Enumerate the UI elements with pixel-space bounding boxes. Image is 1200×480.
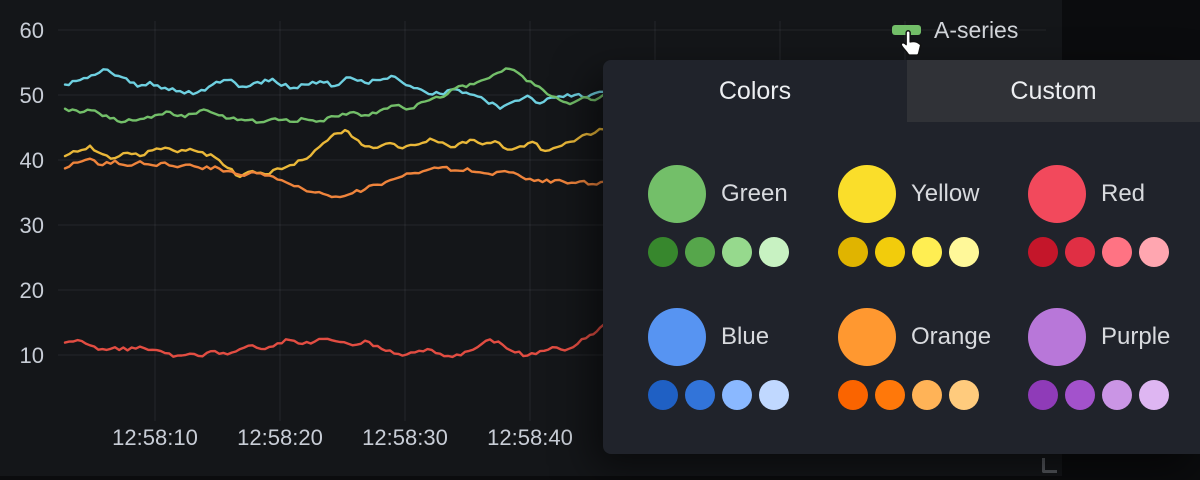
color-variant-swatch[interactable] bbox=[648, 380, 678, 410]
color-name: Blue bbox=[721, 323, 769, 351]
color-group-main: Purple bbox=[1028, 308, 1200, 366]
color-group-main: Green bbox=[648, 165, 838, 223]
tab-custom[interactable]: Custom bbox=[907, 60, 1200, 122]
color-name: Purple bbox=[1101, 323, 1170, 351]
color-variant-swatch[interactable] bbox=[759, 380, 789, 410]
color-variant-swatch[interactable] bbox=[722, 380, 752, 410]
series-line-yellow bbox=[65, 127, 609, 177]
color-swatch-blue[interactable] bbox=[648, 308, 706, 366]
color-variant-swatch[interactable] bbox=[875, 380, 905, 410]
color-variant-swatch[interactable] bbox=[1028, 380, 1058, 410]
x-axis-label: 12:58:10 bbox=[112, 425, 198, 450]
color-group-purple: Purple bbox=[1028, 308, 1200, 410]
color-palette-grid: Green Yellow Red Blue Orange Purple bbox=[648, 165, 1200, 410]
color-variant-swatch[interactable] bbox=[1139, 237, 1169, 267]
color-variant-swatch[interactable] bbox=[1028, 237, 1058, 267]
series-line-orange bbox=[65, 159, 609, 197]
color-variants-row bbox=[838, 380, 1028, 410]
y-axis-label: 60 bbox=[20, 18, 44, 43]
tab-colors[interactable]: Colors bbox=[603, 60, 907, 122]
y-axis-label: 30 bbox=[20, 213, 44, 238]
color-variant-swatch[interactable] bbox=[875, 237, 905, 267]
color-group-main: Yellow bbox=[838, 165, 1028, 223]
color-variant-swatch[interactable] bbox=[912, 380, 942, 410]
color-variant-swatch[interactable] bbox=[685, 380, 715, 410]
y-axis-label: 20 bbox=[20, 278, 44, 303]
color-group-main: Red bbox=[1028, 165, 1200, 223]
color-variant-swatch[interactable] bbox=[722, 237, 752, 267]
color-variant-swatch[interactable] bbox=[1102, 380, 1132, 410]
color-variant-swatch[interactable] bbox=[1102, 237, 1132, 267]
color-group-red: Red bbox=[1028, 165, 1200, 267]
color-group-main: Orange bbox=[838, 308, 1028, 366]
color-variant-swatch[interactable] bbox=[1065, 237, 1095, 267]
series-line-cyan bbox=[65, 69, 609, 108]
y-axis-label: 40 bbox=[20, 148, 44, 173]
color-variants-row bbox=[1028, 237, 1200, 267]
series-line-red bbox=[65, 318, 609, 357]
color-variants-row bbox=[648, 237, 838, 267]
x-axis-label: 12:58:30 bbox=[362, 425, 448, 450]
color-variant-swatch[interactable] bbox=[912, 237, 942, 267]
color-variant-swatch[interactable] bbox=[685, 237, 715, 267]
color-group-main: Blue bbox=[648, 308, 838, 366]
color-variant-swatch[interactable] bbox=[1139, 380, 1169, 410]
color-variant-swatch[interactable] bbox=[949, 237, 979, 267]
color-name: Orange bbox=[911, 323, 991, 351]
color-name: Yellow bbox=[911, 180, 980, 208]
y-axis-label: 50 bbox=[20, 83, 44, 108]
color-picker-tabs: Colors Custom bbox=[603, 60, 1200, 122]
x-axis-label: 12:58:20 bbox=[237, 425, 323, 450]
color-variant-swatch[interactable] bbox=[648, 237, 678, 267]
color-variants-row bbox=[1028, 380, 1200, 410]
color-group-green: Green bbox=[648, 165, 838, 267]
pointer-cursor-icon bbox=[898, 29, 925, 58]
color-variant-swatch[interactable] bbox=[949, 380, 979, 410]
y-axis-label: 10 bbox=[20, 343, 44, 368]
color-variant-swatch[interactable] bbox=[838, 237, 868, 267]
panel-resize-handle[interactable] bbox=[1042, 458, 1057, 473]
color-name: Red bbox=[1101, 180, 1145, 208]
color-name: Green bbox=[721, 180, 788, 208]
color-group-yellow: Yellow bbox=[838, 165, 1028, 267]
color-swatch-red[interactable] bbox=[1028, 165, 1086, 223]
x-axis-label: 12:58:40 bbox=[487, 425, 573, 450]
color-picker-popup: Colors Custom Green Yellow Red Blue Orange Pu… bbox=[603, 60, 1200, 454]
color-variants-row bbox=[648, 380, 838, 410]
color-variant-swatch[interactable] bbox=[1065, 380, 1095, 410]
color-variant-swatch[interactable] bbox=[759, 237, 789, 267]
color-group-blue: Blue bbox=[648, 308, 838, 410]
color-swatch-orange[interactable] bbox=[838, 308, 896, 366]
color-variants-row bbox=[838, 237, 1028, 267]
color-swatch-purple[interactable] bbox=[1028, 308, 1086, 366]
legend-series-label: A-series bbox=[934, 18, 1018, 42]
color-group-orange: Orange bbox=[838, 308, 1028, 410]
color-swatch-yellow[interactable] bbox=[838, 165, 896, 223]
color-variant-swatch[interactable] bbox=[838, 380, 868, 410]
color-swatch-green[interactable] bbox=[648, 165, 706, 223]
